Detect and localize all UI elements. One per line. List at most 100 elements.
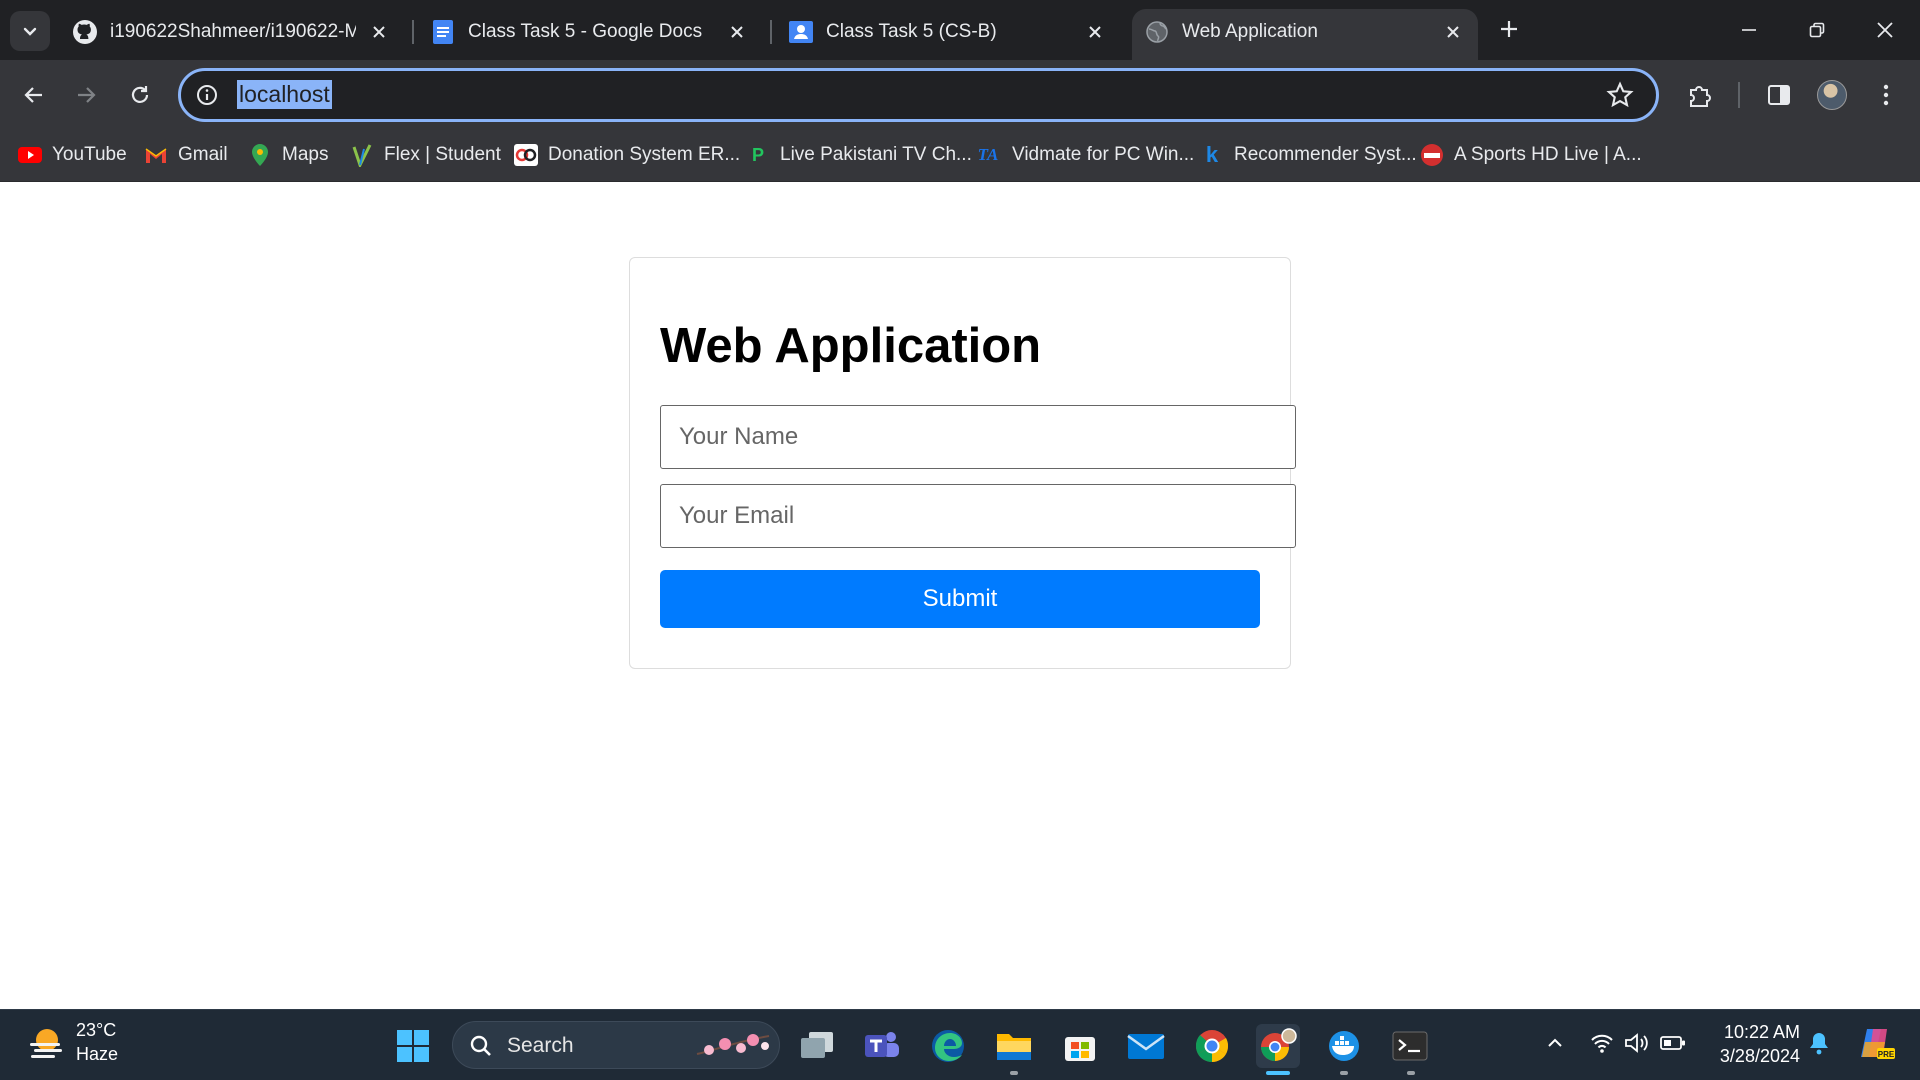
- docker-button[interactable]: [1322, 1024, 1366, 1068]
- toolbar-divider: [1738, 82, 1740, 108]
- clock-date: 3/28/2024: [1719, 1046, 1800, 1066]
- restore-button[interactable]: [1794, 10, 1840, 50]
- close-icon[interactable]: [368, 21, 390, 43]
- side-panel-button[interactable]: [1759, 75, 1799, 115]
- tab-strip: i190622Shahmeer/i190622-MLOps Class Task…: [0, 0, 1920, 60]
- more-vertical-icon: [1883, 84, 1889, 106]
- bookmark-maps[interactable]: Maps: [248, 140, 328, 170]
- submit-button[interactable]: Submit: [660, 570, 1260, 628]
- tab-github[interactable]: i190622Shahmeer/i190622-MLOps: [60, 9, 404, 60]
- tab-search-button[interactable]: [10, 11, 50, 51]
- flex-icon: [350, 143, 374, 167]
- windows-icon: [397, 1030, 429, 1062]
- info-icon[interactable]: [195, 83, 219, 107]
- chrome-profile-button[interactable]: [1256, 1024, 1300, 1068]
- teams-icon: [865, 1032, 899, 1057]
- address-text[interactable]: localhost: [237, 80, 332, 109]
- bookmark-vidmate[interactable]: TA Vidmate for PC Win...: [974, 140, 1195, 170]
- volume-button[interactable]: [1622, 1028, 1652, 1058]
- wifi-icon: [1591, 1034, 1613, 1053]
- folder-icon: [997, 1034, 1031, 1060]
- file-explorer-button[interactable]: [992, 1024, 1036, 1068]
- bookmark-label: Donation System ER...: [548, 144, 741, 165]
- bookmark-label: YouTube: [52, 144, 127, 165]
- reload-button[interactable]: [120, 75, 160, 115]
- back-button[interactable]: [14, 75, 54, 115]
- extensions-button[interactable]: [1679, 75, 1719, 115]
- task-view-button[interactable]: [795, 1024, 839, 1068]
- docker-icon: [1329, 1031, 1359, 1061]
- menu-button[interactable]: [1866, 75, 1906, 115]
- bookmark-donation-system[interactable]: Donation System ER...: [514, 140, 740, 170]
- battery-icon: [1660, 1036, 1685, 1050]
- profile-button[interactable]: [1812, 75, 1852, 115]
- bookmark-label: Recommender Syst...: [1234, 144, 1417, 165]
- bookmark-label: Live Pakistani TV Ch...: [780, 144, 972, 165]
- microsoft-store-button[interactable]: [1058, 1024, 1102, 1068]
- tab-web-application[interactable]: Web Application: [1132, 9, 1478, 60]
- bookmark-label: Flex | Student: [384, 144, 501, 165]
- close-icon[interactable]: [1442, 21, 1464, 43]
- close-icon: [1877, 22, 1893, 38]
- edge-button[interactable]: [926, 1024, 970, 1068]
- speaker-icon: [1625, 1033, 1648, 1053]
- bookmarks-bar: YouTube Gmail Maps Flex | Student Donati…: [0, 130, 1920, 182]
- restore-icon: [1809, 22, 1825, 38]
- weather-temperature: 23°C: [76, 1020, 117, 1040]
- tab-google-docs[interactable]: Class Task 5 - Google Docs: [418, 9, 762, 60]
- vidmate-icon: TA: [977, 145, 999, 164]
- new-tab-button[interactable]: [1494, 14, 1524, 44]
- running-indicator: [1340, 1071, 1348, 1075]
- page-content: Web Application Submit: [0, 182, 1920, 1009]
- recommender-icon: k: [1205, 142, 1219, 167]
- notifications-button[interactable]: [1804, 1028, 1834, 1058]
- bookmark-a-sports[interactable]: A Sports HD Live | A...: [1420, 140, 1642, 170]
- haze-sun-icon: [30, 1029, 62, 1058]
- chevron-up-icon: [1548, 1038, 1562, 1047]
- copilot-button[interactable]: PRE: [1856, 1028, 1896, 1059]
- mail-icon: [1127, 1034, 1165, 1059]
- running-indicator: [1407, 1071, 1415, 1075]
- battery-button[interactable]: [1658, 1028, 1688, 1058]
- star-icon[interactable]: [1606, 81, 1634, 109]
- chrome-button[interactable]: [1190, 1024, 1234, 1068]
- email-input[interactable]: [660, 484, 1296, 548]
- terminal-button[interactable]: [1388, 1024, 1432, 1068]
- tab-title: Class Task 5 (CS-B): [826, 21, 997, 42]
- minimize-button[interactable]: [1726, 10, 1772, 50]
- google-classroom-icon: [788, 19, 814, 45]
- edge-icon: [932, 1030, 964, 1062]
- bookmark-recommender-system[interactable]: k Recommender Syst...: [1200, 140, 1417, 170]
- tab-separator: [412, 20, 414, 44]
- tab-separator: [770, 20, 772, 44]
- tab-title: Web Application: [1182, 21, 1318, 42]
- avatar: [1817, 80, 1847, 110]
- taskbar: 23°C Haze Search 10:22 AM 3/28/2024 PRE: [0, 1009, 1920, 1080]
- taskbar-search[interactable]: Search: [452, 1021, 780, 1069]
- bookmark-gmail[interactable]: Gmail: [144, 140, 228, 170]
- arrow-left-icon: [24, 87, 42, 103]
- mail-button[interactable]: [1124, 1024, 1168, 1068]
- close-icon[interactable]: [1084, 21, 1106, 43]
- tab-title: i190622Shahmeer/i190622-MLOps: [110, 21, 356, 42]
- show-hidden-icons-button[interactable]: [1540, 1028, 1570, 1058]
- teams-button[interactable]: [860, 1024, 904, 1068]
- bookmark-flex[interactable]: Flex | Student: [350, 140, 501, 170]
- task-view-icon: [801, 1032, 833, 1058]
- network-button[interactable]: [1587, 1028, 1617, 1058]
- asports-icon: [1420, 143, 1444, 167]
- gmail-icon: [144, 143, 168, 167]
- search-label: Search: [507, 1034, 574, 1057]
- globe-icon: [1144, 19, 1170, 45]
- address-bar[interactable]: localhost: [178, 68, 1659, 122]
- arrow-right-icon: [78, 87, 96, 103]
- close-window-button[interactable]: [1862, 10, 1908, 50]
- youtube-icon: [18, 143, 42, 167]
- tab-google-classroom[interactable]: Class Task 5 (CS-B): [776, 9, 1120, 60]
- close-icon[interactable]: [726, 21, 748, 43]
- name-input[interactable]: [660, 405, 1296, 469]
- forward-button[interactable]: [66, 75, 106, 115]
- bookmark-youtube[interactable]: YouTube: [18, 140, 127, 170]
- start-button[interactable]: [391, 1024, 435, 1068]
- bookmark-live-pakistani-tv[interactable]: P Live Pakistani TV Ch...: [746, 140, 972, 170]
